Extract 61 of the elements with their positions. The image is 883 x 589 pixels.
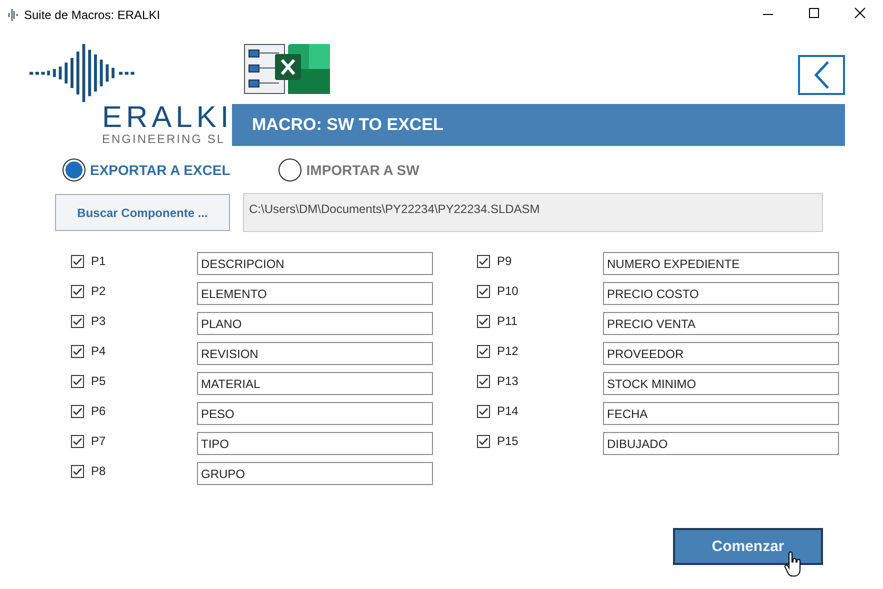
property-label: P9: [497, 254, 513, 268]
property-label: P6: [91, 404, 107, 418]
back-button[interactable]: [798, 55, 845, 95]
logo-name: ERALKI: [102, 104, 233, 132]
checkbox[interactable]: [71, 404, 84, 418]
property-field[interactable]: PRECIO COSTO: [603, 282, 839, 304]
property-label: P10: [497, 284, 520, 298]
checkbox[interactable]: [71, 284, 84, 298]
property-label: P8: [91, 464, 107, 478]
window-title: Suite de Macros: ERALKI: [24, 8, 160, 22]
checkbox[interactable]: [477, 374, 490, 388]
checkbox[interactable]: [477, 344, 490, 358]
property-field[interactable]: DIBUJADO: [603, 432, 839, 454]
browse-button[interactable]: Buscar Componente ...: [55, 194, 230, 231]
checkbox[interactable]: [477, 314, 490, 328]
property-field[interactable]: GRUPO: [197, 462, 433, 484]
property-field[interactable]: MATERIAL: [197, 372, 433, 394]
hand-cursor-icon: [783, 551, 803, 577]
mode-label: IMPORTAR A SW: [306, 162, 420, 178]
checkbox[interactable]: [71, 254, 84, 268]
property-field[interactable]: DESCRIPCION: [197, 252, 433, 274]
checkbox[interactable]: [477, 254, 490, 268]
property-field[interactable]: TIPO: [197, 432, 433, 454]
checkbox[interactable]: [71, 374, 84, 388]
radio-button[interactable]: [62, 158, 86, 182]
property-label: P2: [91, 284, 107, 298]
property-label: P12: [497, 344, 520, 358]
property-label: P11: [497, 314, 518, 328]
mode-label: EXPORTAR A EXCEL: [90, 162, 230, 178]
checkbox[interactable]: [71, 314, 84, 328]
property-label: P4: [91, 344, 107, 358]
radio-button[interactable]: [278, 158, 302, 182]
checkbox[interactable]: [71, 464, 84, 478]
property-field[interactable]: NUMERO EXPEDIENTE: [603, 252, 839, 274]
checkbox[interactable]: [477, 284, 490, 298]
app-icon: [8, 8, 18, 22]
property-field[interactable]: PESO: [197, 402, 433, 424]
property-label: P14: [497, 404, 520, 418]
logo-subtitle: ENGINEERING SL: [102, 132, 226, 146]
property-field[interactable]: FECHA: [603, 402, 839, 424]
property-label: P3: [91, 314, 107, 328]
property-field[interactable]: PLANO: [197, 312, 433, 334]
property-field[interactable]: STOCK MINIMO: [603, 372, 839, 394]
property-label: P7: [91, 434, 107, 448]
property-field[interactable]: REVISION: [197, 342, 433, 364]
property-label: P15: [497, 434, 520, 448]
header-title: MACRO: SW TO EXCEL: [232, 104, 845, 146]
path-field[interactable]: C:\Users\DM\Documents\PY22234\PY22234.SLDASM: [243, 193, 823, 232]
property-label: P5: [91, 374, 107, 388]
property-label: P1: [91, 254, 107, 268]
checkbox[interactable]: [477, 434, 490, 448]
checkbox[interactable]: [477, 404, 490, 418]
checkbox[interactable]: [71, 434, 84, 448]
property-label: P13: [497, 374, 520, 388]
checkbox[interactable]: [71, 344, 84, 358]
chevron-left-icon: [812, 60, 832, 90]
property-field[interactable]: ELEMENTO: [197, 282, 433, 304]
spreadsheet-icon: [244, 44, 330, 95]
property-field[interactable]: PRECIO VENTA: [603, 312, 839, 334]
start-button[interactable]: Comenzar: [673, 528, 823, 565]
property-field[interactable]: PROVEEDOR: [603, 342, 839, 364]
